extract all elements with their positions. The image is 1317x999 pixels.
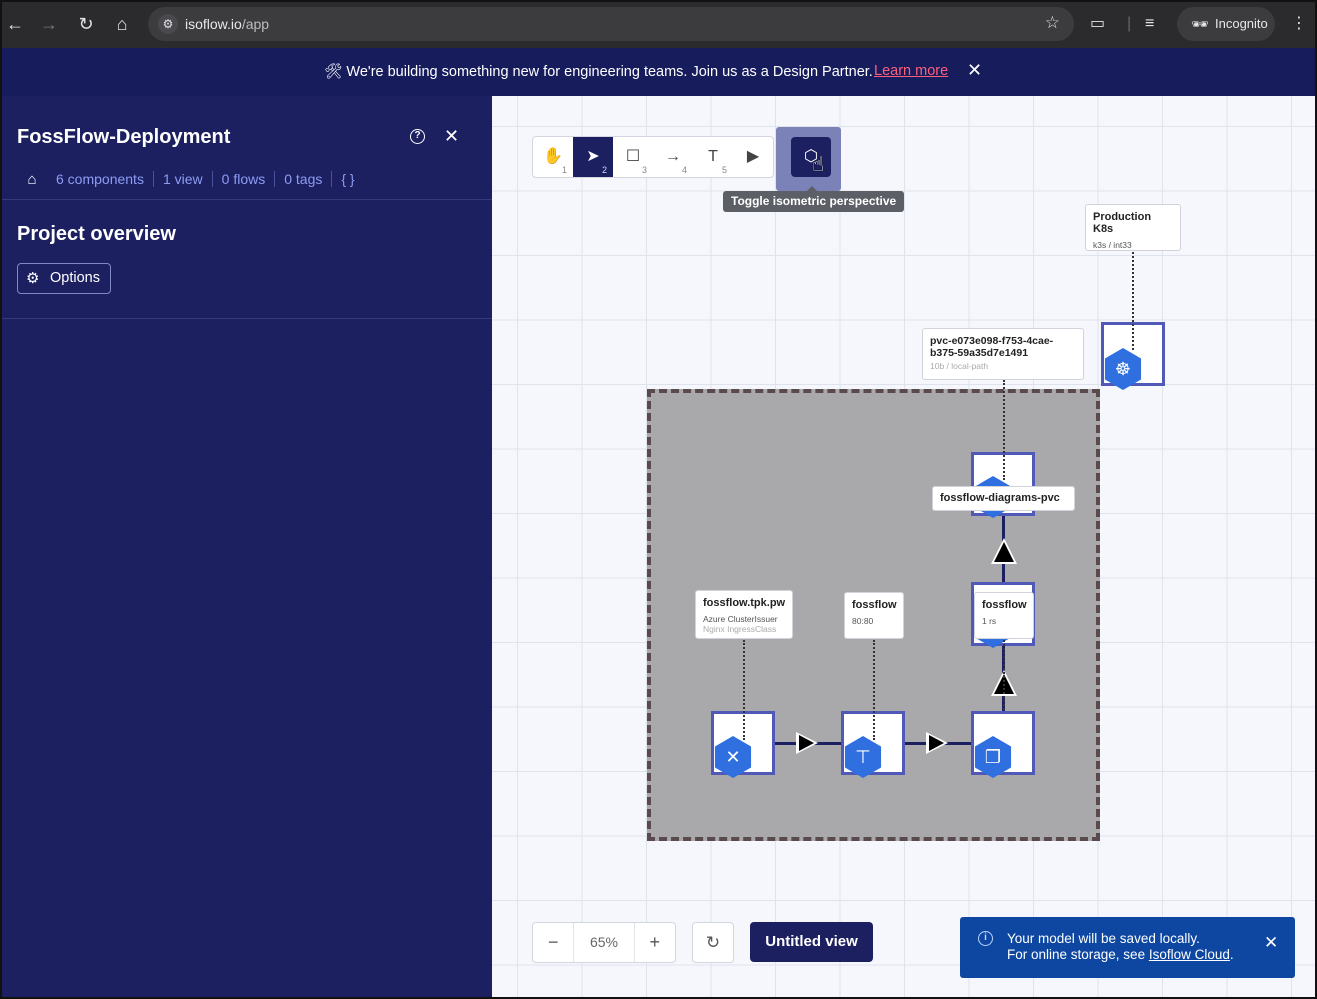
save-notification: i Your model will be saved locally. For … [960, 917, 1295, 978]
browser-toolbar: ← → ↻ ⌂ ⚙ isoflow.io/app ☆ ▭ | ≡ 🕶 Incog… [0, 0, 1317, 48]
sidebar-close-icon[interactable]: ✕ [444, 126, 459, 147]
components-link[interactable]: 6 components [47, 171, 153, 187]
label-title: pvc-e073e098-f753-4cae-b375-59a35d7e1491 [930, 335, 1054, 359]
help-icon[interactable]: ? [410, 129, 425, 144]
back-icon[interactable]: ← [3, 12, 27, 36]
cube-icon: ⬡ [791, 137, 831, 177]
info-icon: i [978, 931, 993, 946]
zoom-in-button[interactable]: + [635, 923, 675, 962]
square-icon: ☐ [625, 148, 641, 165]
label-title: fossflow-diagrams-pvc [940, 492, 1060, 504]
hand-icon: ✋ [543, 148, 563, 165]
service-label[interactable]: fossflow 80:80 [844, 592, 904, 639]
label-subtitle: 1 rs [982, 616, 997, 626]
project-title: FossFlow-Deployment [17, 126, 231, 148]
label-leader [1003, 380, 1005, 480]
banner-close-icon[interactable]: ✕ [967, 60, 982, 81]
bookmark-star-icon[interactable]: ☆ [1045, 13, 1060, 33]
banner-message: 🛠 We're building something new for engin… [324, 64, 873, 80]
toolbar-divider: | [1127, 15, 1132, 32]
label-leader [873, 640, 875, 740]
label-subtitle: Azure ClusterIssuer [703, 614, 778, 624]
flows-link[interactable]: 0 flows [213, 171, 275, 187]
gear-icon: ⚙ [26, 270, 40, 287]
text-tool-button[interactable]: T5 [693, 137, 733, 177]
home-icon[interactable]: ⌂ [17, 171, 47, 188]
notification-line-1: Your model will be saved locally. [1007, 931, 1200, 946]
label-subtitle: 10b / local-path [930, 361, 989, 371]
address-bar[interactable]: ⚙ isoflow.io/app ☆ [148, 7, 1074, 41]
json-icon[interactable]: { } [332, 171, 363, 187]
section-title: Project overview [17, 223, 176, 245]
media-icon[interactable]: ≡ [1145, 12, 1154, 36]
cast-icon[interactable]: ▭ [1090, 12, 1105, 36]
pan-tool-button[interactable]: ✋ 1 [533, 137, 573, 177]
tags-link[interactable]: 0 tags [275, 171, 331, 187]
play-icon: ▶ [746, 148, 760, 165]
label-title: Production K8s [1093, 211, 1152, 235]
label-leader [1132, 252, 1134, 350]
zoom-out-button[interactable]: − [533, 923, 573, 962]
announcement-banner: 🛠 We're building something new for engin… [2, 48, 1315, 96]
label-subtitle: 80:80 [852, 616, 874, 626]
notification-close-icon[interactable]: ✕ [1264, 933, 1278, 953]
url-text: isoflow.io/app [185, 16, 270, 32]
incognito-badge[interactable]: 🕶 Incognito [1177, 7, 1275, 41]
arrow-right-icon [796, 732, 818, 754]
label-leader [1003, 640, 1005, 710]
hand-cursor-icon: ☝ [812, 154, 825, 176]
isoflow-cloud-link[interactable]: Isoflow Cloud [1149, 947, 1230, 962]
pvc-id-label[interactable]: pvc-e073e098-f753-4cae-b375-59a35d7e1491… [922, 328, 1084, 380]
zoom-level: 65% [573, 923, 635, 962]
project-sidebar: FossFlow-Deployment ? ✕ ⌂ 6 components 1… [2, 96, 492, 997]
label-subtitle: Nginx IngressClass [703, 624, 777, 634]
zoom-control: − 65% + [532, 922, 676, 963]
forward-icon[interactable]: → [37, 12, 61, 36]
reset-view-button[interactable]: ↻ [692, 922, 734, 963]
options-button[interactable]: ⚙ Options [17, 263, 111, 294]
diagram-canvas[interactable]: ✋ 1 ➤ 2 ☐ 3 → 4 T5 ▶ ⬡ ☝ Toggle isometric pe… [492, 96, 1315, 997]
rectangle-tool-button[interactable]: ☐ 3 [613, 137, 653, 177]
notification-line-2: For online storage, see Isoflow Cloud. [1007, 947, 1234, 962]
connector-tool-button[interactable]: → 4 [653, 137, 693, 177]
pointer-icon: ➤ [586, 148, 600, 165]
tool-palette: ✋ 1 ➤ 2 ☐ 3 → 4 T5 ▶ [532, 136, 774, 178]
home-icon[interactable]: ⌂ [110, 12, 134, 36]
site-settings-icon[interactable]: ⚙ [158, 14, 178, 34]
label-title: fossflow [852, 599, 897, 611]
divider [2, 199, 492, 200]
incognito-icon: 🕶 [1191, 16, 1209, 32]
label-title: fossflow.tpk.pw [703, 597, 786, 609]
menu-kebab-icon[interactable]: ⋮ [1291, 12, 1307, 36]
pvc-name-label[interactable]: fossflow-diagrams-pvc [932, 486, 1075, 511]
arrow-right-icon [926, 732, 948, 754]
reload-icon[interactable]: ↻ [74, 12, 98, 36]
learn-more-link[interactable]: Learn more [874, 63, 948, 79]
label-title: fossflow [982, 599, 1027, 611]
select-tool-button[interactable]: ➤ 2 [573, 137, 613, 177]
isometric-tooltip: Toggle isometric perspective [723, 186, 905, 212]
view-name-button[interactable]: Untitled view [750, 922, 873, 962]
options-label: Options [50, 270, 100, 286]
arrow-right-icon: → [665, 148, 681, 165]
isometric-toggle-button[interactable]: ⬡ ☝ [776, 127, 841, 191]
slide-tool-button[interactable]: ▶ [733, 137, 773, 177]
production-label[interactable]: Production K8s k3s / int33 [1085, 204, 1181, 251]
views-link[interactable]: 1 view [154, 171, 212, 187]
divider [2, 318, 492, 319]
deployment-label[interactable]: fossflow 1 rs [974, 592, 1034, 639]
project-meta-bar: ⌂ 6 components 1 view 0 flows 0 tags { } [17, 168, 364, 190]
ingress-label[interactable]: fossflow.tpk.pw Azure ClusterIssuer Ngin… [695, 590, 793, 639]
incognito-label: Incognito [1215, 16, 1268, 31]
text-icon: T [708, 148, 718, 165]
label-subtitle: k3s / int33 [1093, 240, 1132, 250]
label-leader [743, 640, 745, 740]
